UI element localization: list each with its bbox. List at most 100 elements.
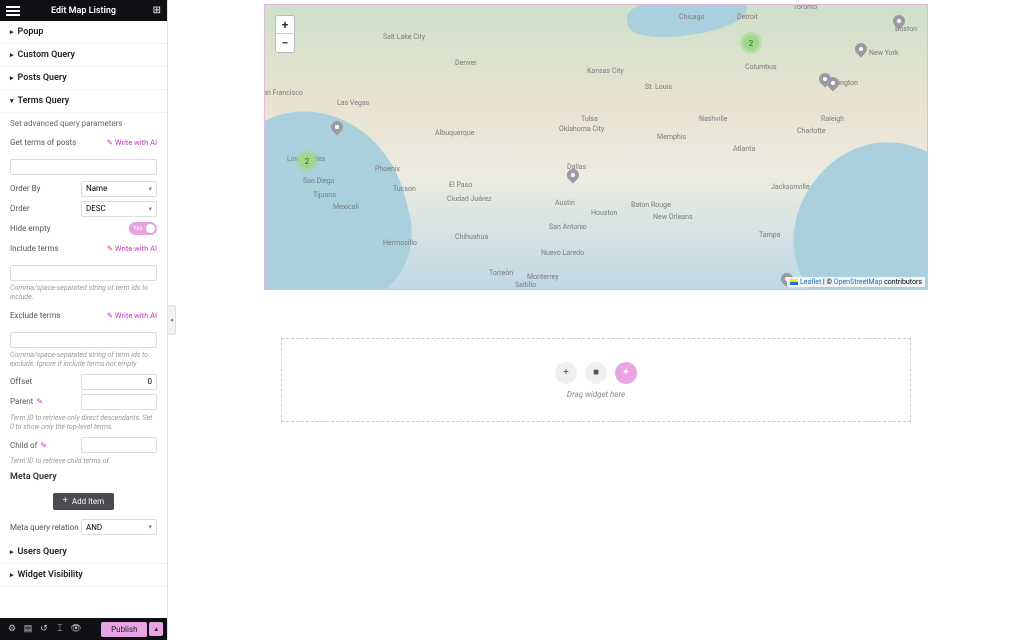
ai-icon-child[interactable]: ✎ — [40, 441, 47, 450]
city-label: Tulsa — [581, 115, 598, 123]
relation-select[interactable]: AND — [81, 519, 157, 535]
childof-label: Child of — [10, 441, 37, 450]
parent-input[interactable] — [81, 394, 157, 410]
excludeterms-label: Exclude terms — [10, 311, 60, 320]
map-cluster[interactable]: 2 — [743, 35, 759, 51]
parent-label: Parent — [10, 397, 33, 406]
orderby-select[interactable]: Name — [81, 181, 157, 197]
plus-icon: + — [63, 497, 68, 506]
section-widget-visibility[interactable]: ▸Widget Visibility — [0, 564, 167, 587]
settings-icon[interactable]: ⚙ — [4, 624, 20, 634]
map-zoom-controls: + − — [275, 15, 295, 53]
city-label: Houston — [591, 209, 618, 217]
city-label: Mexicali — [333, 203, 359, 211]
add-widget-button[interactable]: + — [555, 362, 577, 384]
city-label: Ciudad Juárez — [447, 195, 492, 203]
orderby-label: Order By — [10, 184, 40, 193]
sidebar-scroll[interactable]: ▸Popup ▸Custom Query ▸Posts Query ▾Terms… — [0, 21, 167, 618]
city-label: Toronto — [793, 4, 817, 11]
includeterms-label: Include terms — [10, 244, 59, 253]
childof-helper: Term ID to retrieve child terms of. — [10, 457, 157, 466]
city-label: Baton Rouge — [631, 201, 671, 209]
city-label: Albuquerque — [435, 129, 474, 137]
city-label: New York — [869, 49, 899, 57]
bottom-bar: ⚙ ▤ ↺ ⌶ 👁 Publish ▴ — [0, 618, 167, 640]
city-label: Monterrey — [527, 273, 559, 281]
canvas: ◂ + − DetroitChicagoTorontoSalt Lake Cit… — [168, 0, 1024, 640]
childof-input[interactable] — [81, 437, 157, 453]
map-cluster[interactable]: 2 — [299, 153, 315, 169]
sidebar: Edit Map Listing ⊞ ▸Popup ▸Custom Query … — [0, 0, 168, 640]
city-label: Saltillo — [515, 281, 536, 289]
section-popup[interactable]: ▸Popup — [0, 21, 167, 44]
city-label: El Paso — [449, 181, 472, 189]
section-custom-query[interactable]: ▸Custom Query — [0, 44, 167, 67]
city-label: Chihuahua — [455, 233, 488, 241]
write-with-ai-exclude[interactable]: ✎ Write with AI — [107, 311, 157, 320]
city-label: Denver — [455, 59, 477, 67]
city-label: Hermosillo — [383, 239, 417, 247]
publish-options[interactable]: ▴ — [149, 622, 163, 636]
city-label: Torreón — [489, 269, 513, 277]
add-item-button[interactable]: +Add Item — [53, 493, 114, 510]
city-label: Raleigh — [821, 115, 844, 123]
publish-button[interactable]: Publish — [101, 622, 147, 637]
map-widget[interactable]: + − DetroitChicagoTorontoSalt Lake CityD… — [264, 4, 928, 290]
navigator-icon[interactable]: ▤ — [20, 624, 36, 634]
city-label: Las Vegas — [337, 99, 369, 107]
map-pin[interactable] — [853, 41, 870, 58]
get-terms-input[interactable] — [10, 159, 157, 175]
includeterms-input[interactable] — [10, 265, 157, 281]
leaflet-link[interactable]: Leaflet — [800, 278, 821, 286]
section-posts-query[interactable]: ▸Posts Query — [0, 67, 167, 90]
hideempty-label: Hide empty — [10, 224, 51, 233]
hideempty-toggle[interactable]: Yes — [129, 222, 157, 235]
preview-icon[interactable]: 👁 — [68, 624, 84, 634]
terms-desc: Set advanced query parameters — [10, 119, 157, 128]
city-label: Atlanta — [733, 145, 755, 153]
city-label: Oklahoma City — [559, 125, 604, 133]
ai-widget-button[interactable]: ✦ — [615, 362, 637, 384]
section-users-query[interactable]: ▸Users Query — [0, 541, 167, 564]
offset-label: Offset — [10, 377, 32, 386]
responsive-icon[interactable]: ⌶ — [52, 624, 68, 634]
city-label: Detroit — [737, 13, 758, 21]
city-label: Salt Lake City — [383, 33, 425, 41]
city-label: Jacksonville — [771, 183, 810, 191]
city-label: Kansas City — [587, 67, 624, 75]
section-terms-query-body: Set advanced query parameters Get terms … — [0, 113, 167, 541]
ai-icon-parent[interactable]: ✎ — [36, 397, 43, 406]
offset-input[interactable] — [81, 374, 157, 390]
city-label: Charlotte — [797, 127, 826, 135]
city-label: San Francisco — [264, 89, 303, 97]
section-terms-query[interactable]: ▾Terms Query — [0, 90, 167, 113]
osm-link[interactable]: OpenStreetMap — [834, 278, 883, 286]
includeterms-helper: Comma/space-separated string of term ids… — [10, 284, 157, 302]
order-label: Order — [10, 204, 30, 213]
drop-zone[interactable]: + ■ ✦ Drag widget here — [281, 338, 911, 422]
city-label: Memphis — [657, 133, 686, 141]
write-with-ai-getterms[interactable]: ✎ Write with AI — [107, 138, 157, 147]
city-label: Nashville — [699, 115, 727, 123]
page-title: Edit Map Listing — [51, 6, 116, 16]
widgets-icon[interactable]: ⊞ — [153, 5, 161, 16]
order-select[interactable]: DESC — [81, 201, 157, 217]
zoom-out-button[interactable]: − — [276, 34, 294, 52]
map-attribution: Leaflet | © OpenStreetMap contributors — [787, 277, 925, 287]
city-label: San Diego — [303, 177, 335, 185]
metaquery-head: Meta Query — [10, 472, 157, 482]
write-with-ai-include[interactable]: ✎ Write with AI — [107, 244, 157, 253]
parent-helper: Term ID to retrieve only direct descenda… — [10, 414, 157, 432]
excludeterms-input[interactable] — [10, 332, 157, 348]
collapse-sidebar[interactable]: ◂ — [168, 305, 176, 335]
excludeterms-helper: Comma/space-separated string of term ids… — [10, 351, 157, 369]
city-label: Tucson — [393, 185, 416, 193]
city-label: Phoenix — [375, 165, 400, 173]
city-label: Tijuana — [313, 191, 336, 199]
city-label: New Orleans — [653, 213, 693, 221]
menu-icon[interactable] — [6, 6, 20, 16]
add-template-button[interactable]: ■ — [585, 362, 607, 384]
get-terms-label: Get terms of posts — [10, 138, 76, 147]
history-icon[interactable]: ↺ — [36, 624, 52, 634]
zoom-in-button[interactable]: + — [276, 16, 294, 34]
